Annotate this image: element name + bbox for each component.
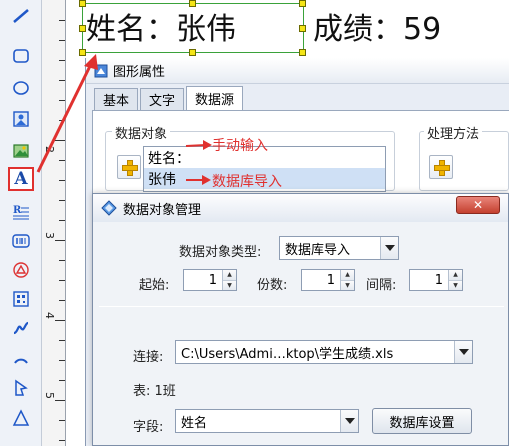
dialog-title: 数据对象管理 [123,202,202,218]
ruler-mark: 3 [43,232,56,239]
line-tool-icon[interactable] [8,4,34,28]
tab-data-source[interactable]: 数据源 [186,86,244,110]
spin-down-icon[interactable]: ▼ [223,279,236,290]
connection-label: 连接: [133,350,164,365]
ruler-mark: 4 [43,312,56,319]
data-object-type-select[interactable]: 数据库导入 [279,236,399,260]
db-import-annotation: 数据库导入 [212,174,282,190]
data-matrix-tool-icon[interactable] [8,287,34,311]
triangle-tool-icon[interactable] [8,406,34,430]
spin-up-icon[interactable]: ▲ [449,270,462,280]
plus-icon [434,160,450,176]
copies-value: 1 [326,272,335,288]
close-button[interactable]: ✕ [456,196,500,214]
vertical-ruler: 2 3 4 5 [42,0,66,446]
chevron-down-icon[interactable] [380,237,398,259]
app-icon [101,200,117,216]
ruler-mark: 5 [43,392,56,399]
spin-up-icon[interactable]: ▲ [223,270,236,280]
svg-text:R: R [13,205,22,216]
start-stepper[interactable]: 1 ▲ ▼ [183,269,237,291]
resize-handle[interactable] [79,0,86,7]
data-object-type-label: 数据对象类型: [179,245,262,260]
manual-input-annotation: 手动输入 [212,138,268,154]
data-object-type-value: 数据库导入 [285,242,351,258]
add-data-object-button[interactable] [117,155,141,179]
app-icon [94,64,108,77]
resize-handle[interactable] [79,25,86,32]
ruler-mark: 2 [43,146,56,153]
interval-value: 1 [434,272,443,288]
copies-label: 份数: [257,278,288,293]
dialog-title-bar[interactable]: 数据对象管理 ✕ [93,194,508,222]
polygon-tool-icon[interactable] [8,376,34,400]
arc-tool-icon[interactable] [8,345,34,369]
chevron-down-icon[interactable] [340,410,358,432]
text-tool-glyph: A [14,169,28,189]
resize-handle[interactable] [299,0,306,7]
connection-select[interactable]: C:\Users\Admi…ktop\学生成绩.xls [175,340,473,364]
resize-handle[interactable] [189,49,196,56]
ellipse-tool-icon[interactable] [8,76,34,100]
field-select[interactable]: 姓名 [175,409,359,433]
app-screen: A R 2 3 4 5 姓名：张伟 成绩：59 图形属性 基本 文字 数据源 数… [0,0,509,446]
start-label: 起始: [139,278,170,293]
copies-stepper[interactable]: 1 ▲ ▼ [301,269,355,291]
table-label: 表: 1班 [133,384,176,399]
resize-handle[interactable] [299,25,306,32]
field-value: 姓名 [181,415,208,431]
spin-down-icon[interactable]: ▼ [341,279,354,290]
score-text-object[interactable]: 成绩：59 [313,4,441,48]
name-text-object[interactable]: 姓名：张伟 [86,4,236,48]
dialog-separator [99,306,504,307]
resize-handle[interactable] [79,49,86,56]
data-object-group-label: 数据对象 [112,123,171,142]
interval-label: 间隔: [366,278,397,293]
spin-down-icon[interactable]: ▼ [449,279,462,290]
properties-title-bar[interactable]: 图形属性 [86,58,509,84]
left-toolbar: A R [0,0,42,446]
processing-group-label: 处理方法 [424,123,483,142]
picture-tool-icon[interactable] [8,139,34,163]
tab-text[interactable]: 文字 [140,88,185,110]
resize-handle[interactable] [299,49,306,56]
add-processing-button[interactable] [429,155,453,179]
properties-title: 图形属性 [113,65,166,80]
qr-code-tool-icon[interactable] [8,258,34,282]
chevron-down-icon[interactable] [454,341,472,363]
tab-basic[interactable]: 基本 [94,88,139,110]
barcode-tool-icon[interactable] [8,229,34,253]
rich-text-tool-icon[interactable]: R [8,200,34,224]
text-tool-icon[interactable]: A [8,167,34,191]
properties-tabs: 基本 文字 数据源 [94,86,245,110]
database-settings-button[interactable]: 数据库设置 [372,408,472,434]
close-icon: ✕ [472,198,484,212]
rounded-rect-tool-icon[interactable] [8,44,34,68]
connection-value: C:\Users\Admi…ktop\学生成绩.xls [181,346,394,362]
curve-tool-icon[interactable] [8,316,34,340]
field-label: 字段: [133,420,164,435]
image-frame-tool-icon[interactable] [8,107,34,131]
spin-up-icon[interactable]: ▲ [341,270,354,280]
plus-icon [122,160,138,176]
start-value: 1 [208,272,217,288]
data-object-management-dialog: 数据对象管理 ✕ 数据对象类型: 数据库导入 起始: 1 ▲ ▼ 份数: 1 ▲ ▼… [92,193,509,446]
interval-stepper[interactable]: 1 ▲ ▼ [409,269,463,291]
